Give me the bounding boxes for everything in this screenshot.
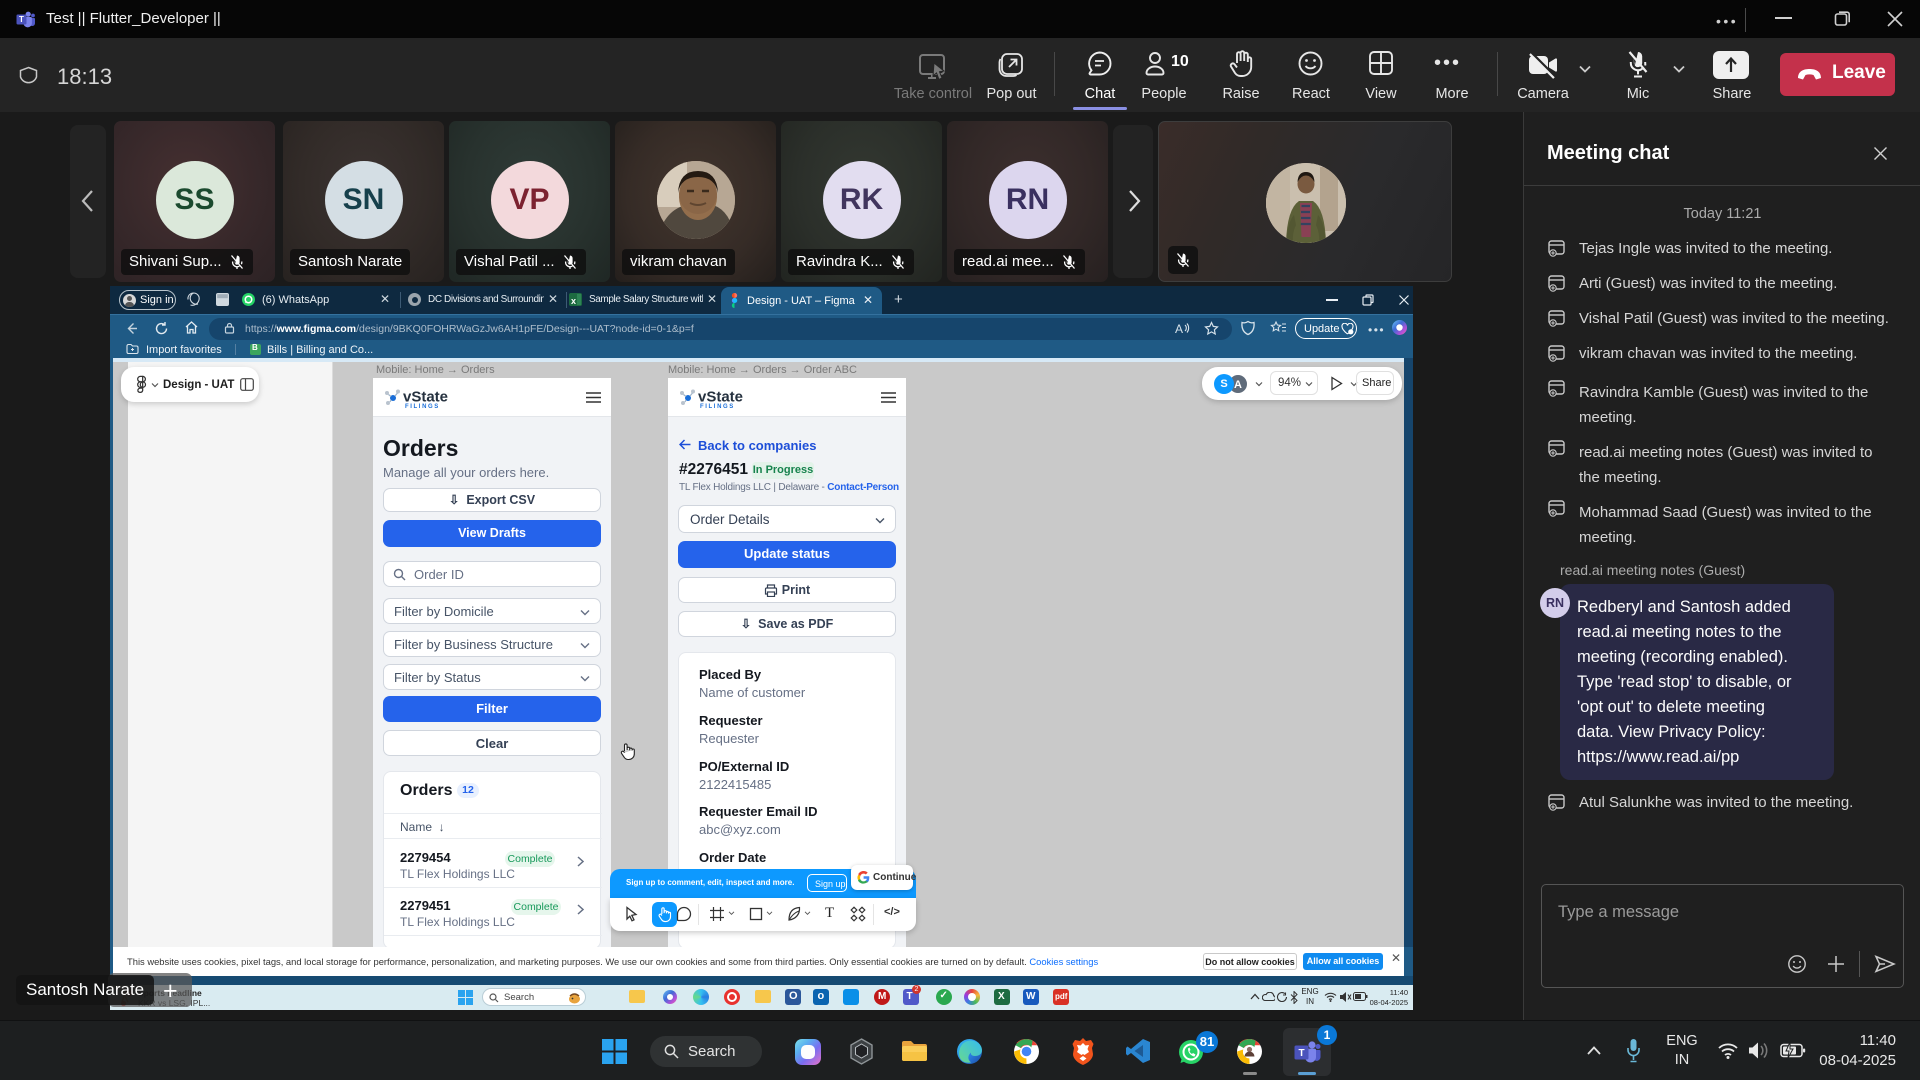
svg-text:A: A bbox=[1175, 322, 1183, 336]
svg-text:FILINGS: FILINGS bbox=[700, 404, 735, 410]
svg-text:FILINGS: FILINGS bbox=[405, 404, 440, 410]
svg-text:T: T bbox=[19, 15, 24, 24]
svg-text:vState: vState bbox=[403, 389, 448, 406]
svg-text:T: T bbox=[1298, 1048, 1304, 1059]
svg-text:vState: vState bbox=[698, 389, 743, 406]
